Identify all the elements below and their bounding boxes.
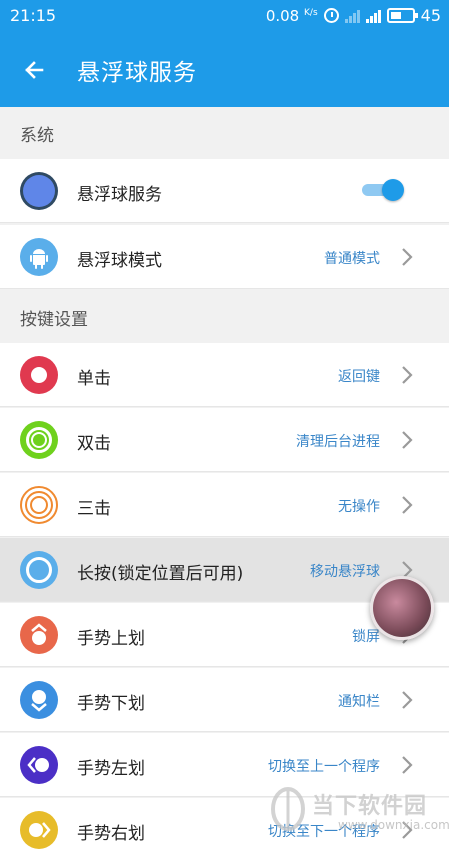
- chevron-right-icon: [402, 366, 413, 384]
- row-double-tap[interactable]: 双击 清理后台进程: [0, 408, 449, 472]
- row-label: 长按(锁定位置后可用): [77, 564, 244, 584]
- row-label: 双击: [77, 434, 111, 454]
- row-floating-ball-mode[interactable]: 悬浮球模式 普通模式: [0, 225, 449, 289]
- swipe-right-glyph: [29, 822, 51, 838]
- row-label: 手势右划: [77, 824, 145, 844]
- row-label: 手势上划: [77, 629, 145, 649]
- row-value: 清理后台进程: [296, 434, 380, 450]
- toggle-knob: [382, 179, 404, 201]
- double-tap-icon: [20, 421, 58, 459]
- section-header-system: 系统: [0, 107, 449, 159]
- swipe-down-icon: [20, 681, 58, 719]
- battery-level: 45: [420, 6, 441, 25]
- alarm-icon: [323, 8, 339, 23]
- chevron-right-icon: [402, 431, 413, 449]
- swipe-up-glyph: [31, 623, 47, 645]
- watermark-url: www.downxia.com: [338, 818, 449, 832]
- watermark-logo-icon: [271, 787, 305, 831]
- signal-icon: [365, 8, 381, 23]
- row-label: 手势下划: [77, 694, 145, 714]
- row-label: 三击: [77, 499, 111, 519]
- chevron-right-icon: [402, 248, 413, 266]
- status-right: 0.08 K/s 45: [266, 6, 441, 25]
- app-bar: 悬浮球服务: [0, 32, 449, 107]
- net-speed-value: 0.08: [265, 6, 300, 25]
- floating-ball-toggle[interactable]: [362, 179, 404, 201]
- row-value: 移动悬浮球: [310, 564, 380, 580]
- chevron-right-icon: [402, 496, 413, 514]
- arrow-left-icon: [25, 61, 44, 79]
- row-value: 锁屏: [352, 629, 380, 645]
- row-value: 通知栏: [338, 694, 380, 710]
- swipe-up-icon: [20, 616, 58, 654]
- row-label: 手势左划: [77, 759, 145, 779]
- swipe-left-icon: [20, 746, 58, 784]
- swipe-left-glyph: [27, 757, 49, 773]
- back-button[interactable]: [16, 52, 52, 88]
- row-label: 悬浮球模式: [77, 251, 162, 271]
- status-bar: 21:15 0.08 K/s 45: [0, 0, 449, 32]
- long-press-icon: [20, 551, 58, 589]
- net-speed: 0.08 K/s: [266, 7, 318, 25]
- row-label: 悬浮球服务: [77, 185, 162, 205]
- row-value: 切换至上一个程序: [268, 759, 380, 775]
- android-icon: [20, 238, 58, 276]
- single-tap-icon: [20, 356, 58, 394]
- floating-ball[interactable]: [370, 576, 434, 640]
- watermark: 当下软件园 www.downxia.com: [268, 778, 449, 848]
- chevron-right-icon: [402, 691, 413, 709]
- chevron-right-icon: [402, 756, 413, 774]
- triple-tap-icon: [20, 486, 58, 524]
- floating-ball-service-icon: [20, 172, 58, 210]
- row-label: 单击: [77, 369, 111, 389]
- page-title: 悬浮球服务: [77, 60, 197, 86]
- row-floating-ball-service[interactable]: 悬浮球服务: [0, 159, 449, 223]
- android-glyph: [30, 249, 48, 269]
- row-value: 返回键: [338, 369, 380, 385]
- row-swipe-down[interactable]: 手势下划 通知栏: [0, 668, 449, 732]
- row-triple-tap[interactable]: 三击 无操作: [0, 473, 449, 537]
- row-single-tap[interactable]: 单击 返回键: [0, 343, 449, 407]
- battery-icon: [386, 8, 418, 23]
- swipe-right-icon: [20, 811, 58, 849]
- status-time: 21:15: [10, 6, 57, 25]
- net-speed-unit: K/s: [304, 7, 318, 18]
- row-value: 普通模式: [324, 251, 380, 267]
- swipe-down-glyph: [31, 690, 47, 712]
- watermark-text: 当下软件园: [312, 794, 428, 819]
- signal-icon: [344, 8, 360, 23]
- section-header-button-settings: 按键设置: [0, 291, 449, 343]
- row-value: 无操作: [338, 499, 380, 515]
